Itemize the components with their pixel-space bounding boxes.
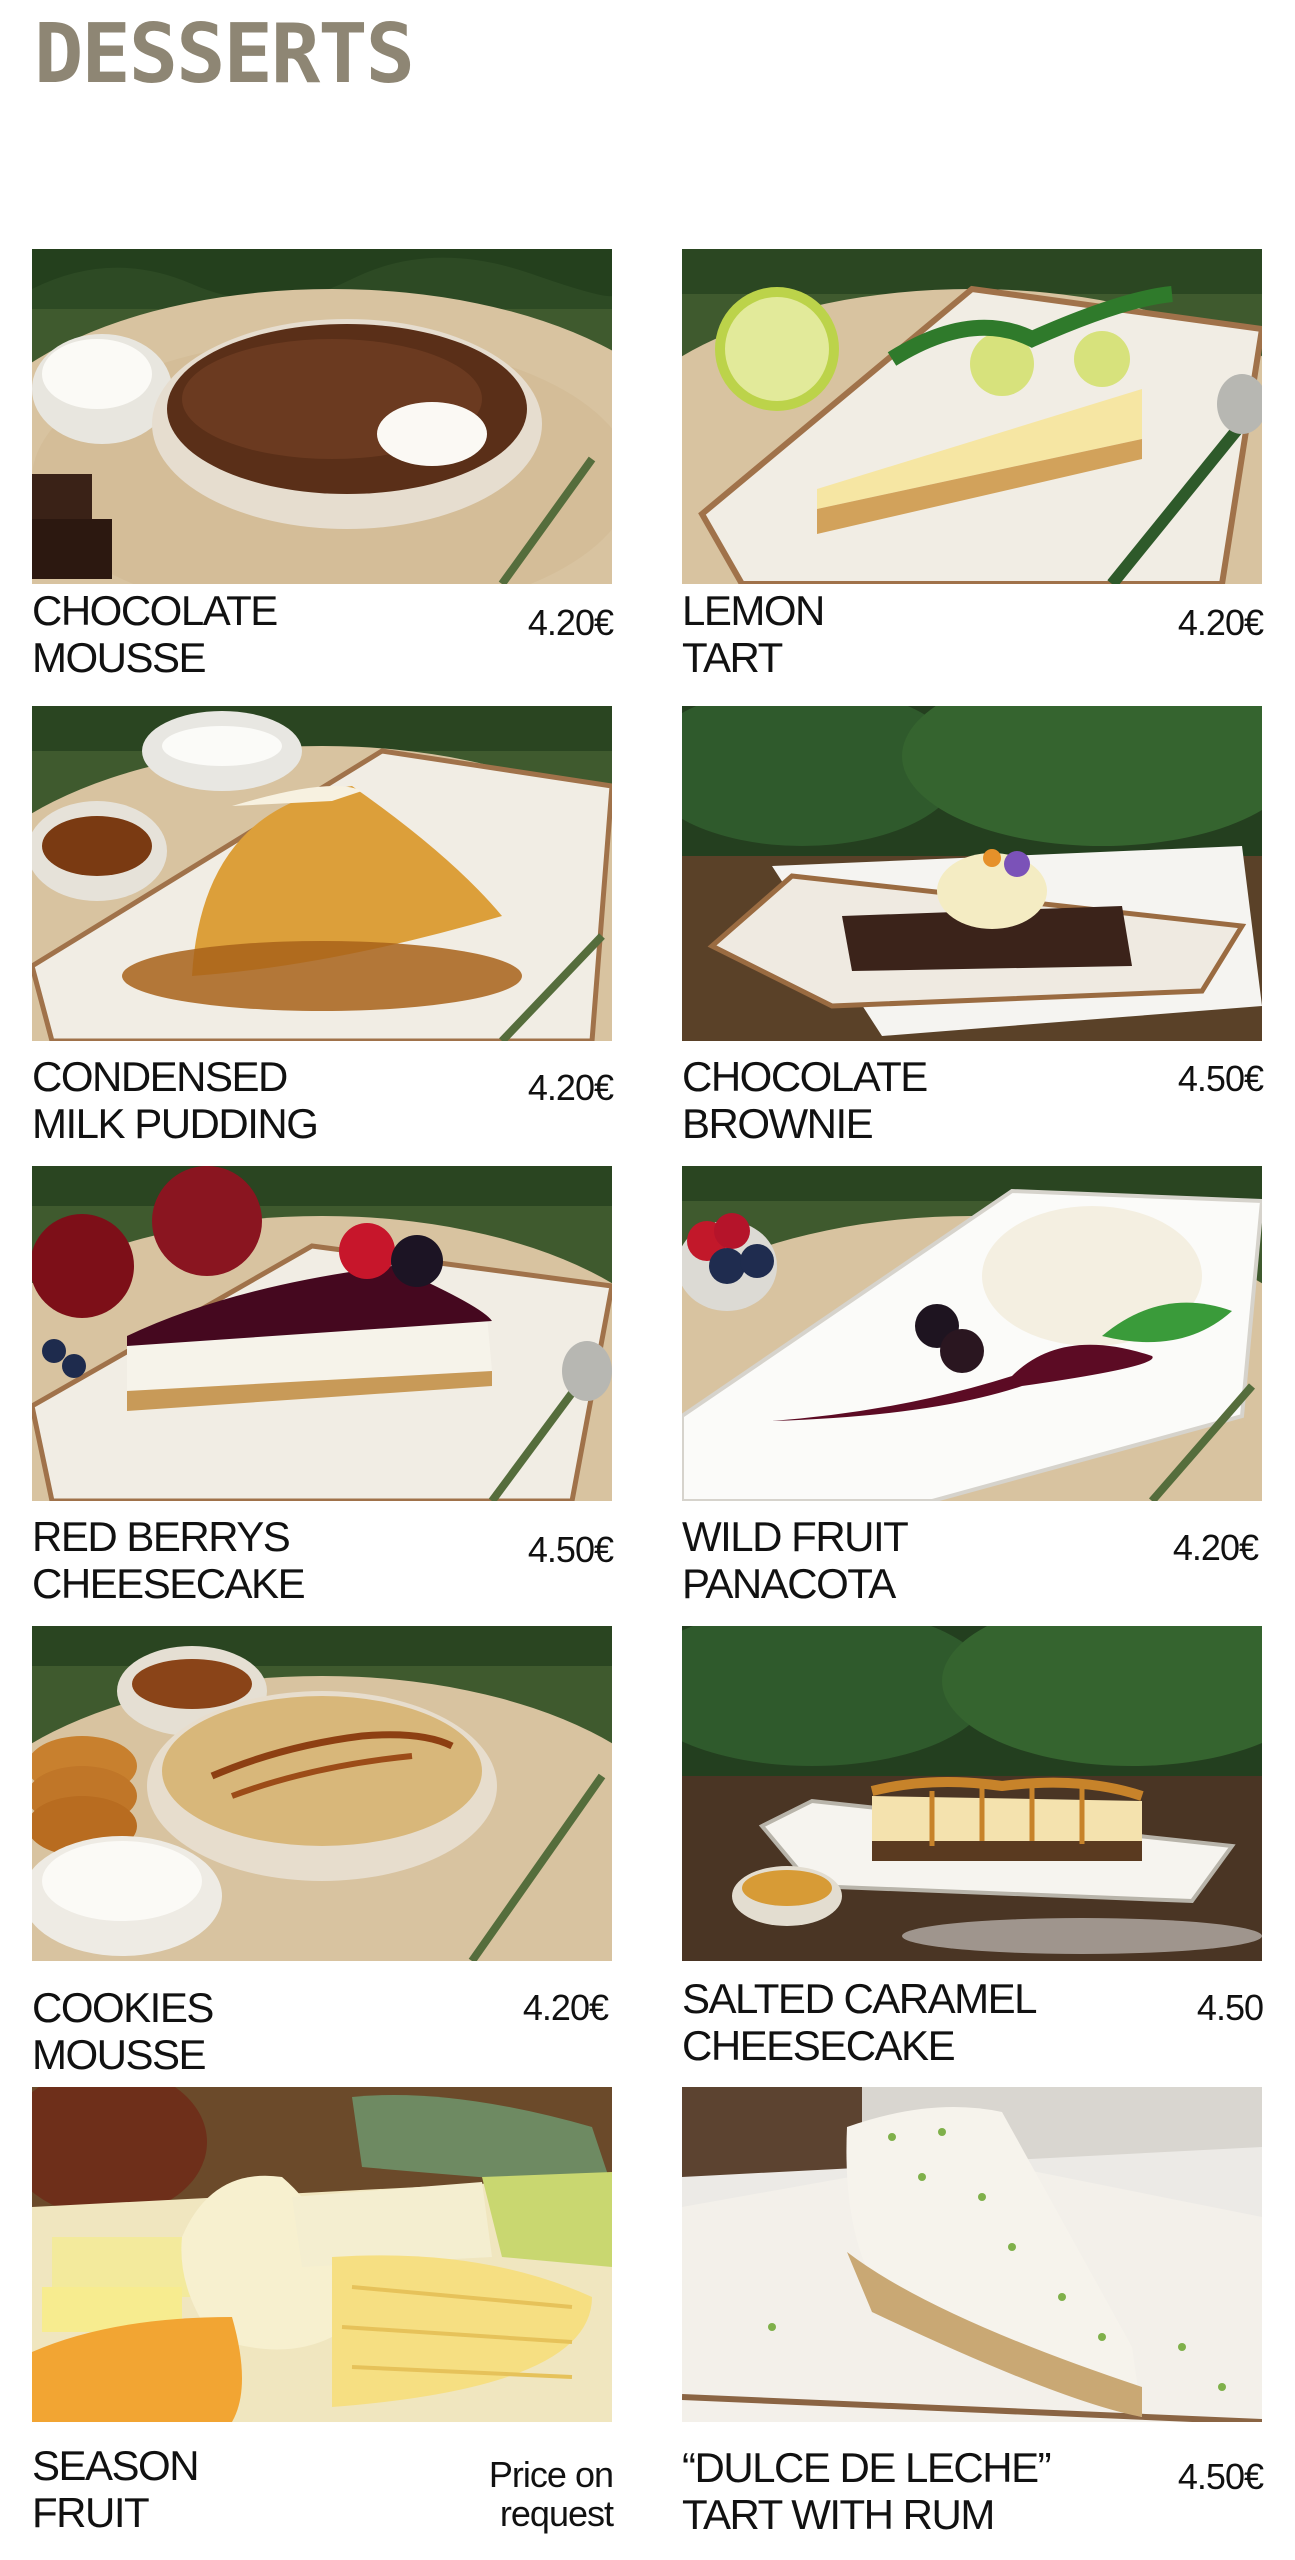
chocolate-mousse-photo: [32, 249, 612, 584]
dessert-name: SALTED CARAMEL CHEESECAKE: [682, 1975, 1038, 2069]
season-fruit-photo: [32, 2087, 612, 2422]
dessert-price: 4.50: [1196, 1987, 1264, 2028]
dessert-price: 4.50€: [1177, 1058, 1264, 1099]
dessert-name: LEMON TART: [682, 587, 825, 681]
cookies-mousse-photo: [32, 1626, 612, 1961]
salted-caramel-cheesecake-photo: [682, 1626, 1262, 1961]
dessert-price: 4.50€: [1177, 2456, 1264, 2497]
dessert-name: RED BERRYS CHEESECAKE: [32, 1513, 306, 1607]
dessert-name: WILD FRUIT PANACOTA: [682, 1513, 909, 1607]
dessert-name: CHOCOLATE BROWNIE: [682, 1053, 928, 1147]
dulce-de-leche-tart-photo: [682, 2087, 1262, 2422]
dessert-name: CHOCOLATE MOUSSE: [32, 587, 278, 681]
dessert-price: Price on request: [488, 2454, 614, 2534]
condensed-milk-pudding-photo: [32, 706, 612, 1041]
dessert-name: CONDENSED MILK PUDDING: [32, 1053, 319, 1147]
dessert-name: COOKIES MOUSSE: [32, 1984, 214, 2078]
dessert-name: “DULCE DE LECHE” TART WITH RUM: [682, 2444, 1052, 2538]
dessert-price: 4.20€: [527, 1067, 614, 1108]
chocolate-brownie-photo: [682, 706, 1262, 1041]
red-berrys-cheesecake-photo: [32, 1166, 612, 1501]
lemon-tart-photo: [682, 249, 1262, 584]
dessert-price: 4.50€: [527, 1529, 614, 1570]
page-title: DESSERTS: [34, 7, 415, 102]
dessert-price: 4.20€: [1177, 602, 1264, 643]
wild-fruit-panacota-photo: [682, 1166, 1262, 1501]
dessert-name: SEASON FRUIT: [32, 2442, 200, 2536]
dessert-price: 4.20€: [527, 602, 614, 643]
dessert-price: 4.20€: [522, 1987, 609, 2028]
dessert-price: 4.20€: [1172, 1527, 1259, 1568]
